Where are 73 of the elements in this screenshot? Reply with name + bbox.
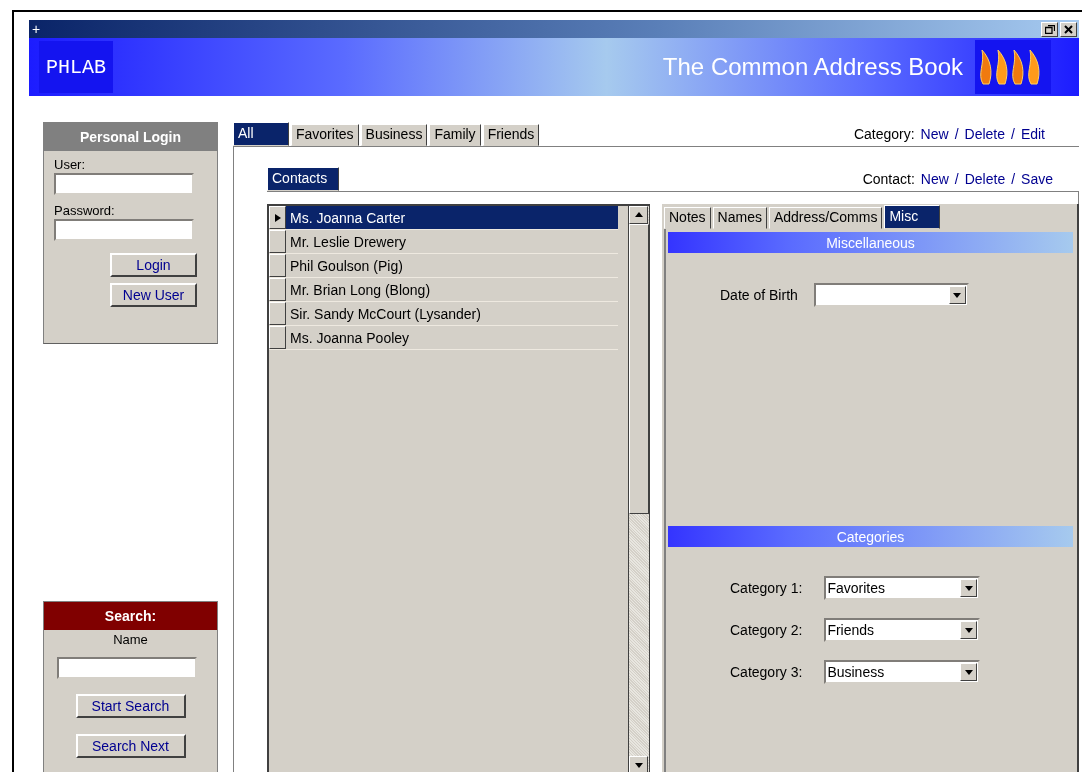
field-label: Name <box>112 631 149 647</box>
category-tab[interactable]: Favorites <box>291 124 359 146</box>
detail-tab[interactable]: Address/Comms <box>768 207 883 229</box>
row-header[interactable] <box>269 302 286 325</box>
input-field[interactable] <box>54 173 194 195</box>
field-label: Password: <box>53 202 116 218</box>
row-header[interactable] <box>269 278 286 301</box>
action-link[interactable]: Save <box>1021 171 1053 187</box>
row-header[interactable] <box>269 206 286 229</box>
caret-icon <box>964 584 973 592</box>
field-label: User: <box>53 156 87 172</box>
dropdown-field[interactable]: Favorites <box>824 576 981 600</box>
field-label: Date of Birth <box>720 287 798 303</box>
detail-tab[interactable]: Misc <box>884 205 941 229</box>
panel-title: Personal Login <box>44 123 217 151</box>
scroll-down-button[interactable] <box>629 756 648 772</box>
current-row-icon <box>273 213 282 222</box>
action-link[interactable]: Delete <box>964 126 1005 142</box>
window-icon: + <box>32 22 41 36</box>
logo: PHLAB <box>39 41 113 93</box>
flame-icon <box>975 40 1051 94</box>
action-label: Contact: <box>862 171 915 187</box>
dropdown-button[interactable] <box>960 621 978 639</box>
app-title: The Common Address Book <box>662 53 963 81</box>
dropdown-button[interactable] <box>948 286 966 304</box>
down-arrow-icon <box>634 761 643 769</box>
field-label: Category 3: <box>730 664 803 680</box>
category-tab[interactable]: All <box>233 122 289 146</box>
separator: / <box>1011 171 1016 187</box>
close-button[interactable] <box>1060 21 1077 37</box>
search-button[interactable]: Search Next <box>75 734 186 758</box>
scroll-up-button[interactable] <box>629 206 648 224</box>
separator: / <box>1011 126 1015 142</box>
category-tab[interactable]: Friends <box>482 124 540 146</box>
panel-title: Search: <box>44 602 217 630</box>
row-header[interactable] <box>269 326 286 349</box>
separator: / <box>954 126 959 142</box>
field-label: Category 1: <box>730 580 803 596</box>
separator: / <box>954 171 959 187</box>
caret-icon <box>964 668 973 676</box>
category-tab[interactable]: Business <box>360 124 428 146</box>
contact-row[interactable]: Ms. Joanna Carter <box>286 206 618 229</box>
row-header[interactable] <box>269 230 286 253</box>
dropdown-field[interactable]: Friends <box>824 618 981 642</box>
action-link[interactable]: Edit <box>1020 126 1045 142</box>
scrollbar[interactable] <box>628 206 650 772</box>
action-link[interactable]: New <box>920 171 949 187</box>
dropdown-button[interactable] <box>960 663 978 681</box>
caret-icon <box>953 291 962 299</box>
search-button[interactable]: Start Search <box>75 694 186 718</box>
dropdown-field[interactable]: Business <box>824 660 981 684</box>
caret-icon <box>964 626 973 634</box>
restore-icon <box>1044 24 1055 34</box>
contacts-tab[interactable]: Contacts <box>267 167 339 191</box>
panel-button[interactable]: New User <box>110 283 197 307</box>
row-header[interactable] <box>269 254 286 277</box>
action-link[interactable]: New <box>920 126 949 142</box>
category-tab[interactable]: Family <box>429 124 481 146</box>
dropdown-button[interactable] <box>960 579 978 597</box>
field-label: Category 2: <box>730 622 803 638</box>
action-link[interactable]: Delete <box>964 171 1006 187</box>
search-field[interactable] <box>57 657 197 679</box>
action-label: Category: <box>853 126 915 142</box>
detail-tab[interactable]: Notes <box>664 207 711 229</box>
panel-button[interactable]: Login <box>110 253 197 277</box>
detail-tab[interactable]: Names <box>712 207 767 229</box>
dropdown-field[interactable] <box>813 283 969 307</box>
input-field[interactable] <box>54 219 194 241</box>
up-arrow-icon <box>634 211 643 219</box>
restore-button[interactable] <box>1041 21 1058 37</box>
section-header: Miscellaneous <box>668 232 1073 253</box>
close-icon <box>1064 24 1073 34</box>
section-header: Categories <box>668 526 1073 547</box>
